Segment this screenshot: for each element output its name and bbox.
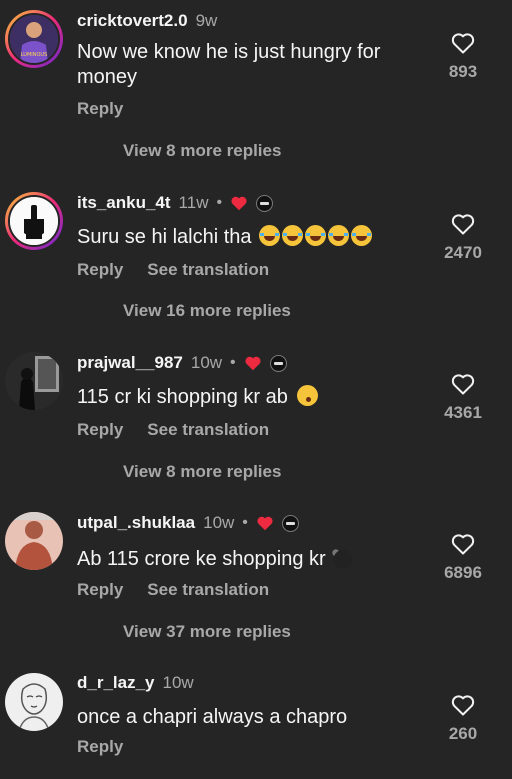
view-replies-button[interactable]: View 8 more replies: [123, 462, 281, 482]
separator-dot: •: [216, 194, 223, 211]
timestamp: 10w: [203, 513, 235, 532]
separator-dot: •: [230, 354, 236, 371]
reply-button[interactable]: Reply: [77, 580, 123, 600]
separator-dot: •: [242, 514, 248, 531]
comment-text-value: Suru se hi lalchi tha: [77, 226, 252, 248]
view-replies-button[interactable]: View 37 more replies: [123, 622, 291, 642]
username[interactable]: prajwal__987: [77, 353, 183, 373]
avatar[interactable]: [5, 673, 63, 731]
comment-text: Suru se hi lalchi tha: [77, 225, 407, 250]
author-liked-heart-icon: [231, 196, 247, 211]
comment-text: once a chapri always a chapro: [77, 706, 348, 728]
timestamp: 9w: [195, 11, 218, 30]
reply-button[interactable]: Reply: [77, 420, 123, 440]
like-count: 260: [448, 724, 478, 743]
username[interactable]: d_r_laz_y: [77, 673, 155, 693]
like-heart-icon[interactable]: [451, 533, 475, 555]
reply-button[interactable]: Reply: [77, 737, 123, 757]
like-heart-icon[interactable]: [451, 32, 475, 54]
like-count: 893: [448, 62, 478, 81]
author-avatar-icon: [269, 354, 287, 372]
timestamp: 10w: [162, 673, 194, 692]
see-translation-button[interactable]: See translation: [147, 260, 269, 280]
avatar[interactable]: [5, 352, 63, 410]
like-count: 4361: [444, 403, 482, 422]
kissing-face-emoji-icon: [297, 385, 319, 406]
sticker-icon: [325, 545, 362, 571]
author-avatar-icon: [281, 514, 299, 532]
view-replies-button[interactable]: View 8 more replies: [123, 141, 281, 161]
cricketer-avatar-icon: LUMINOUS: [10, 15, 58, 63]
comment-text: 115 cr ki shopping kr ab: [77, 385, 407, 410]
comment-text: Ab 115 crore ke shopping kr: [77, 545, 407, 572]
author-liked-heart-icon: [245, 356, 261, 371]
reply-button[interactable]: Reply: [77, 260, 123, 280]
dark-photo-avatar-icon: [5, 352, 63, 410]
svg-text:LUMINOUS: LUMINOUS: [21, 52, 48, 58]
username[interactable]: its_anku_4t: [77, 193, 171, 213]
sketch-avatar-icon: [5, 673, 63, 731]
author-avatar-icon: [256, 194, 274, 212]
avatar[interactable]: [5, 192, 63, 250]
avatar[interactable]: [5, 512, 63, 570]
timestamp: 11w: [178, 193, 209, 212]
like-count: 6896: [444, 563, 482, 582]
comment-text-value: Ab 115 crore ke shopping kr: [77, 548, 326, 570]
like-heart-icon[interactable]: [451, 213, 475, 235]
see-translation-button[interactable]: See translation: [147, 580, 269, 600]
comment-text-value: 115 cr ki shopping kr ab: [77, 386, 288, 408]
skeleton-hand-avatar-icon: [10, 197, 58, 245]
comment-text: Now we know he is just hungry for money: [77, 41, 381, 88]
see-translation-button[interactable]: See translation: [147, 420, 269, 440]
view-replies-button[interactable]: View 16 more replies: [123, 301, 291, 321]
reply-button[interactable]: Reply: [77, 99, 123, 119]
username[interactable]: cricktovert2.0: [77, 11, 188, 31]
author-liked-heart-icon: [257, 516, 273, 531]
like-heart-icon[interactable]: [451, 373, 475, 395]
laughing-emoji-icon: [257, 225, 373, 248]
like-count: 2470: [444, 243, 482, 262]
avatar[interactable]: LUMINOUS: [5, 10, 63, 68]
like-heart-icon[interactable]: [451, 694, 475, 716]
timestamp: 10w: [190, 353, 223, 372]
username[interactable]: utpal_.shuklaa: [77, 513, 195, 533]
person-photo-avatar-icon: [5, 512, 63, 570]
